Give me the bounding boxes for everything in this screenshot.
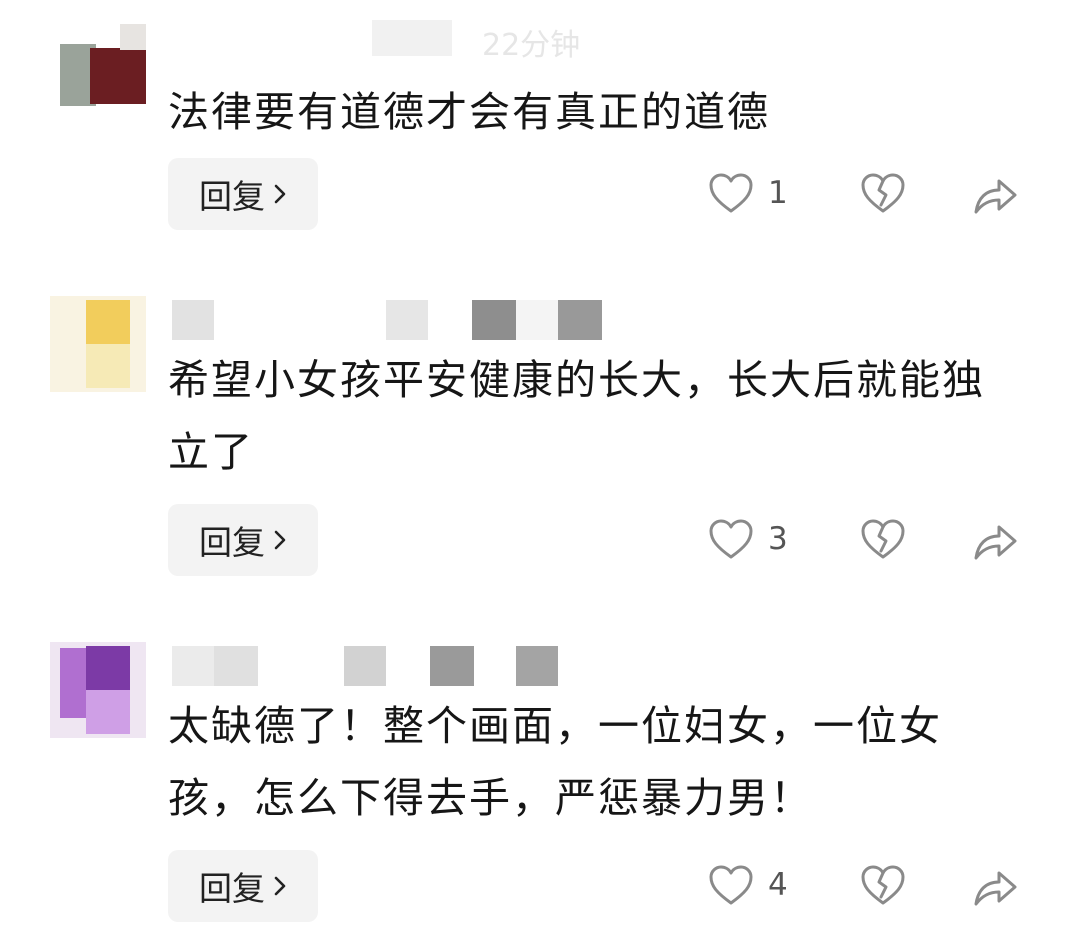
comment-text: 太缺德了！整个画面，一位妇女，一位女孩，怎么下得去手，严惩暴力男！ (168, 702, 942, 822)
broken-heart-icon (861, 865, 905, 905)
broken-heart-icon (861, 519, 905, 559)
share-button[interactable] (972, 520, 1018, 562)
heart-outline-icon (709, 865, 753, 905)
share-arrow-icon (974, 871, 1017, 906)
avatar[interactable] (50, 24, 146, 120)
comment-actions: 1 (0, 158, 1080, 230)
like-button[interactable]: 4 (708, 864, 788, 906)
avatar[interactable] (50, 642, 146, 738)
like-count: 1 (768, 175, 788, 211)
broken-heart-icon (861, 173, 905, 213)
share-arrow-icon (974, 525, 1017, 560)
author-meta: 22分钟 (172, 18, 592, 63)
like-button[interactable]: 3 (708, 518, 788, 560)
author-meta (172, 646, 672, 686)
like-count: 3 (768, 521, 788, 557)
comment-actions: 4 (0, 850, 1080, 922)
share-button[interactable] (972, 174, 1018, 216)
avatar[interactable] (50, 296, 146, 392)
dislike-button[interactable] (860, 172, 906, 214)
dislike-button[interactable] (860, 518, 906, 560)
comment-text: 希望小女孩平安健康的长大，长大后就能独立了 (168, 356, 985, 476)
dislike-button[interactable] (860, 864, 906, 906)
heart-outline-icon (709, 173, 753, 213)
author-meta (172, 300, 612, 340)
share-arrow-icon (974, 179, 1017, 214)
share-button[interactable] (972, 866, 1018, 908)
like-button[interactable]: 1 (708, 172, 788, 214)
like-count: 4 (768, 867, 788, 903)
comment-time: 22分钟 (482, 28, 581, 63)
heart-outline-icon (709, 519, 753, 559)
comment-actions: 3 (0, 504, 1080, 576)
comment-text: 法律要有道德才会有真正的道德 (168, 88, 770, 136)
